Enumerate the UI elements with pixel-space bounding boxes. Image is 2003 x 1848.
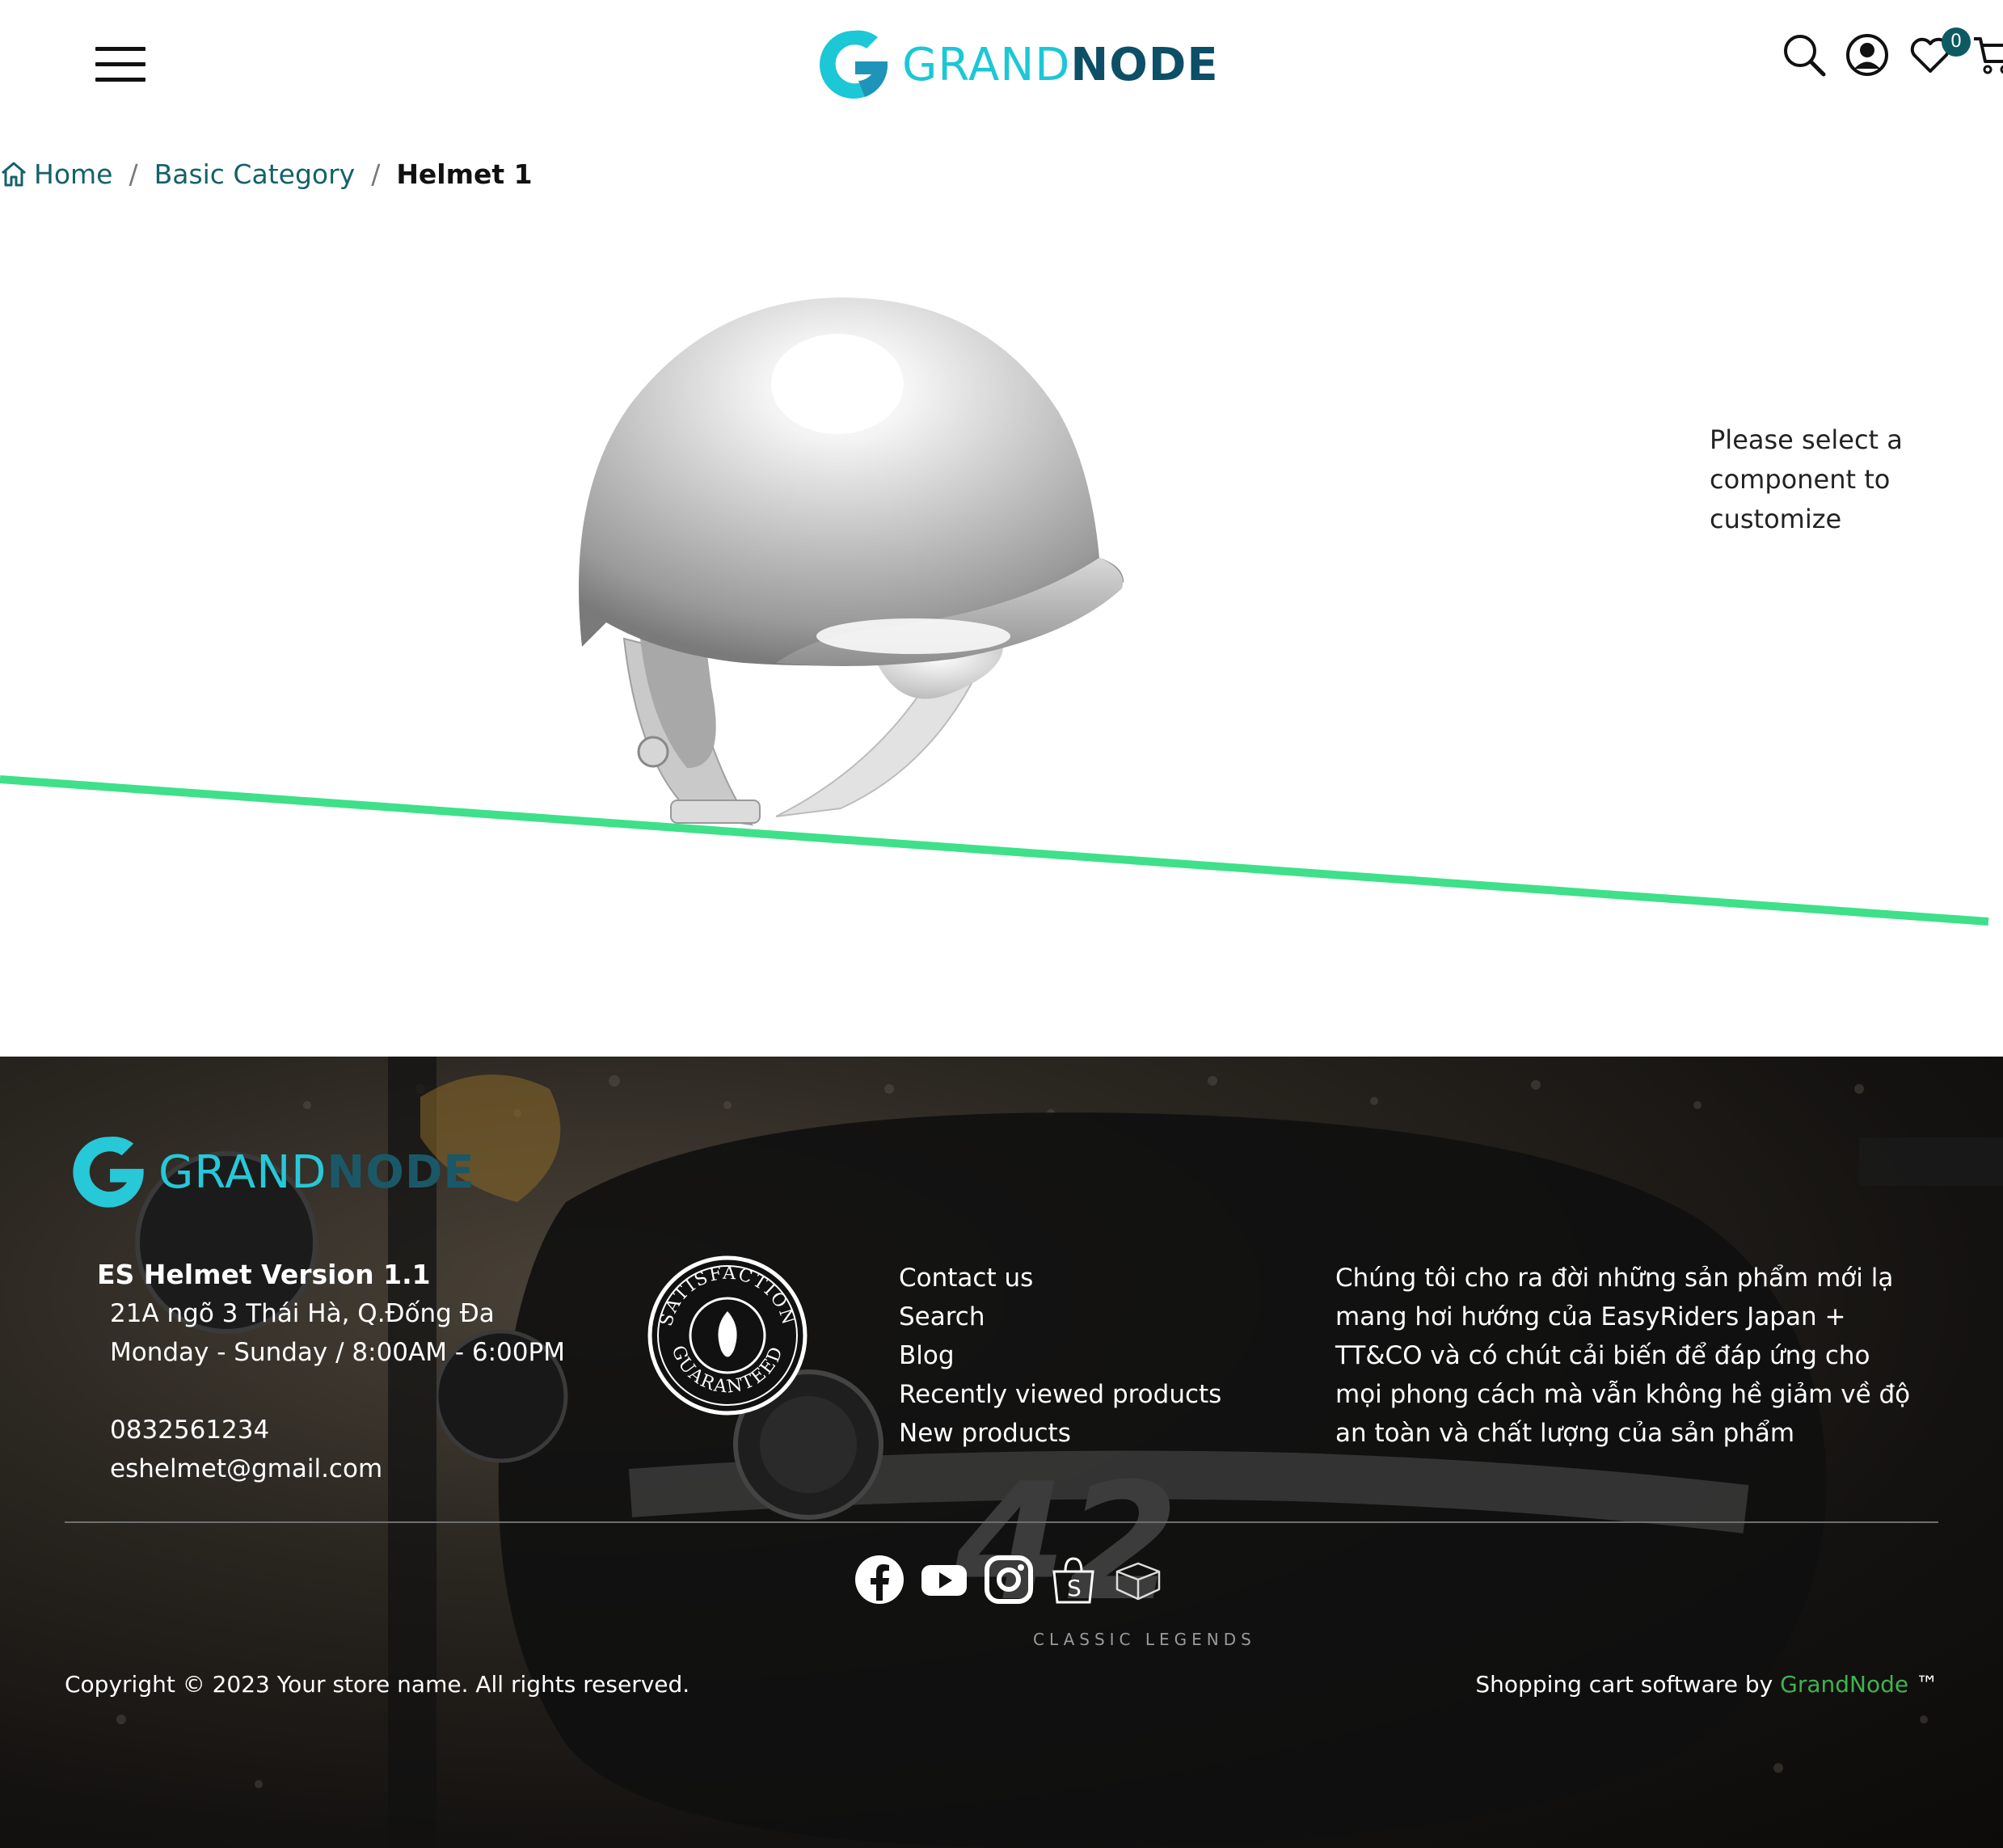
footer-company-name: ES Helmet Version 1.1: [97, 1259, 431, 1290]
wishlist-count-badge: 0: [1942, 27, 1971, 57]
svg-text:S: S: [1067, 1575, 1082, 1601]
menu-icon[interactable]: [95, 47, 145, 82]
footer-link-blog[interactable]: Blog: [899, 1336, 1221, 1375]
logo-text-a: GRAND: [902, 38, 1071, 91]
tank-number: 42: [953, 1449, 1179, 1637]
breadcrumb-home-label: Home: [34, 158, 113, 190]
breadcrumb-home[interactable]: Home: [0, 158, 112, 190]
social-links: S: [854, 1554, 1177, 1605]
footer-logo-text-a: GRAND: [158, 1146, 327, 1199]
footer-logo-text-b: NODE: [327, 1146, 475, 1199]
grandnode-logo-mark-icon: [820, 30, 888, 99]
footer-address: 21A ngõ 3 Thái Hà, Q.Đống Đa: [110, 1299, 495, 1328]
footer-links: Contact us Search Blog Recently viewed p…: [899, 1259, 1221, 1453]
footer-phone: 0832561234: [110, 1416, 270, 1445]
viewer-ground-line: [0, 775, 1989, 926]
logo-wordmark: GRANDNODE: [902, 39, 1219, 91]
breadcrumb-separator: /: [371, 158, 381, 190]
footer-divider: [65, 1521, 1938, 1523]
heart-icon[interactable]: 0: [1908, 27, 1971, 82]
footer-hours: Monday - Sunday / 8:00AM - 6:00PM: [110, 1338, 565, 1367]
facebook-icon[interactable]: [854, 1554, 905, 1605]
footer-link-contact-us[interactable]: Contact us: [899, 1259, 1221, 1297]
product-3d-viewer[interactable]: Please select a component to customize: [0, 202, 2003, 1051]
powered-prefix: Shopping cart software by: [1475, 1671, 1773, 1698]
grandnode-link[interactable]: GrandNode: [1780, 1671, 1908, 1698]
shopee-icon[interactable]: S: [1048, 1554, 1099, 1605]
satisfaction-guaranteed-seal: SATISFACTION GUARANTEED: [647, 1255, 808, 1416]
footer-link-recently-viewed[interactable]: Recently viewed products: [899, 1375, 1221, 1414]
customize-hint: Please select a component to customize: [1710, 424, 1903, 534]
tank-subtitle: CLASSIC LEGENDS: [1033, 1630, 1256, 1649]
breadcrumb-separator: /: [129, 158, 138, 190]
youtube-icon[interactable]: [918, 1554, 970, 1605]
footer-link-search[interactable]: Search: [899, 1297, 1221, 1336]
instagram-icon[interactable]: [983, 1554, 1035, 1605]
site-logo[interactable]: GRANDNODE: [813, 21, 1219, 108]
breadcrumb-category[interactable]: Basic Category: [154, 158, 356, 190]
box-icon[interactable]: [1112, 1554, 1164, 1605]
breadcrumb-current: Helmet 1: [396, 158, 533, 190]
grandnode-logo-mark-icon: [73, 1137, 144, 1208]
site-header: GRANDNODE 0 0: [0, 0, 2003, 129]
footer-link-new-products[interactable]: New products: [899, 1414, 1221, 1453]
powered-by: Shopping cart software by GrandNode ™: [1475, 1671, 1938, 1698]
copyright-text: Copyright © 2023 Your store name. All ri…: [65, 1671, 690, 1698]
powered-suffix: ™: [1916, 1671, 1938, 1698]
breadcrumb: Home / Basic Category / Helmet 1: [0, 154, 533, 194]
footer-logo[interactable]: GRANDNODE: [66, 1128, 475, 1217]
logo-text-b: NODE: [1070, 38, 1219, 91]
search-icon[interactable]: [1782, 32, 1832, 82]
footer-logo-wordmark: GRANDNODE: [158, 1146, 475, 1199]
footer-email: eshelmet@gmail.com: [110, 1454, 383, 1483]
cart-icon[interactable]: 0: [1971, 32, 2003, 82]
site-footer: 42 CLASSIC LEGENDS GRANDNODE ES Helmet V…: [0, 1057, 2003, 1848]
footer-about-text: Chúng tôi cho ra đời những sản phẩm mới …: [1335, 1264, 1911, 1448]
user-icon[interactable]: [1845, 32, 1895, 82]
home-icon: [2, 162, 26, 187]
helmet-3d-model[interactable]: [0, 202, 2003, 1051]
